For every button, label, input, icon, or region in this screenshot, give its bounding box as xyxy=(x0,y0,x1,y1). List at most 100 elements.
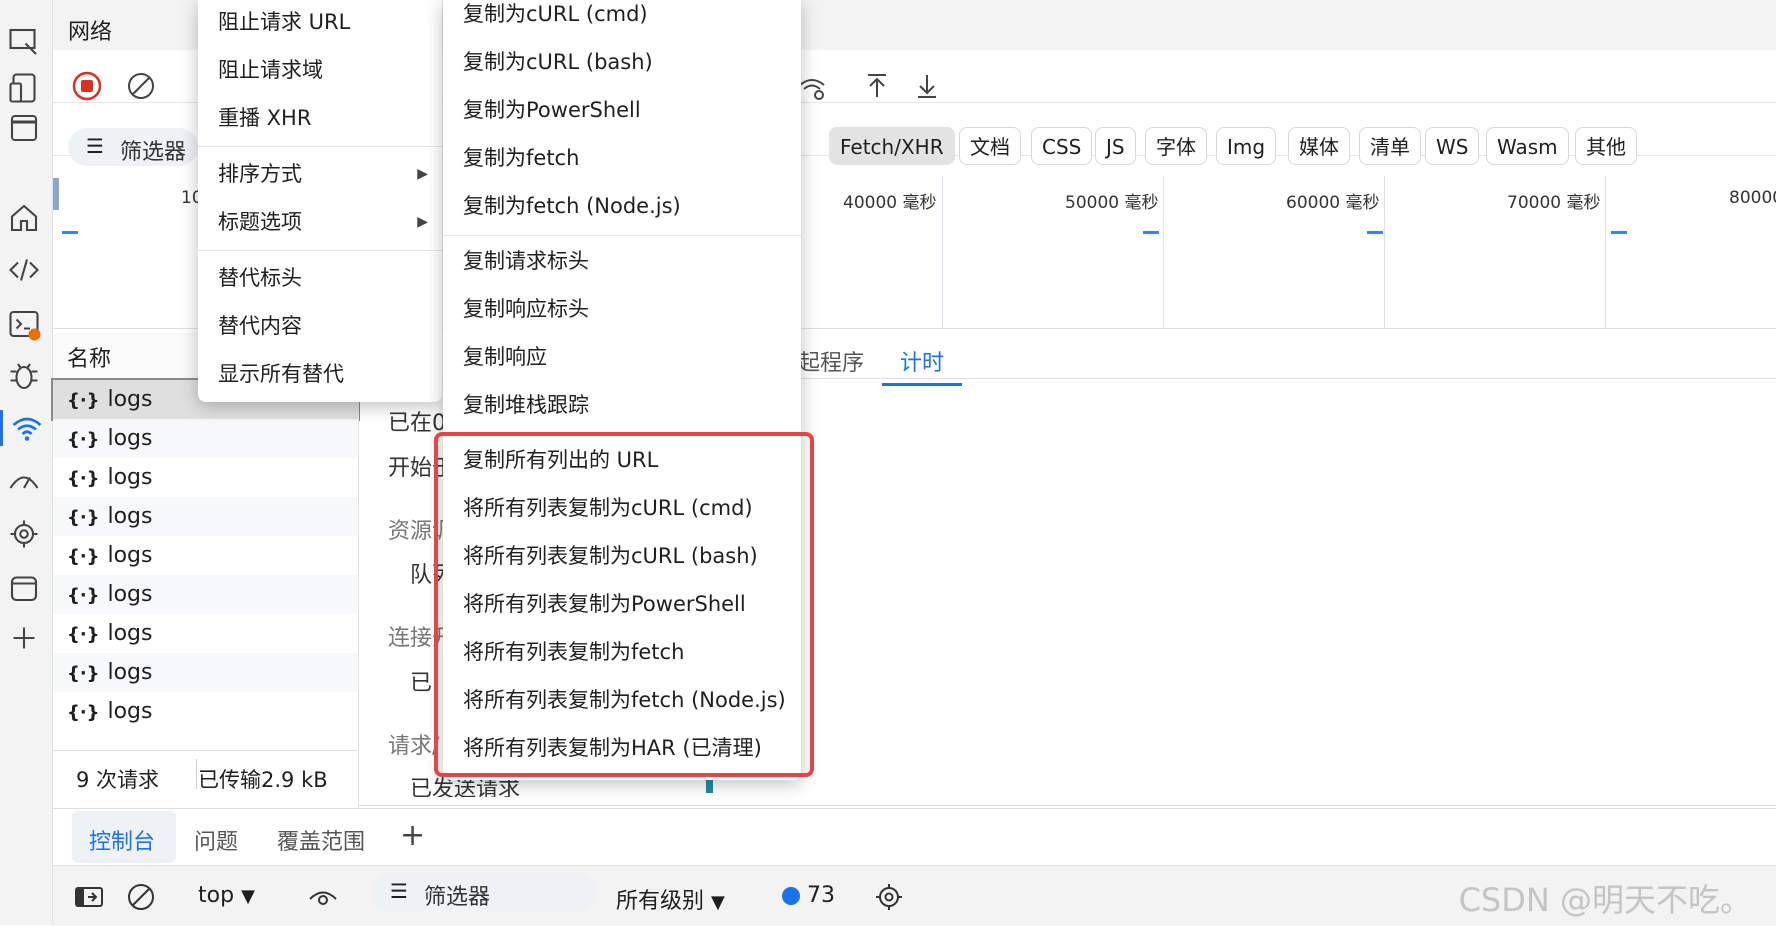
type-filter-media[interactable]: 媒体 xyxy=(1288,127,1350,165)
menu-item-copy-powershell[interactable]: 复制为PowerShell xyxy=(443,88,801,132)
xhr-icon: {·} xyxy=(67,702,100,723)
log-levels-select[interactable]: 所有级别 ▼ xyxy=(616,883,725,915)
menu-item-copy-curl-bash[interactable]: 复制为cURL (bash) xyxy=(443,40,801,84)
transferred-size: 已传输2.9 kB xyxy=(198,768,328,792)
type-filter-img[interactable]: Img xyxy=(1216,127,1277,165)
request-name: logs xyxy=(107,699,153,724)
tab-console[interactable]: 控制台 xyxy=(89,824,155,856)
xhr-icon: {·} xyxy=(67,624,100,645)
menu-item-copy-request-headers[interactable]: 复制请求标头 xyxy=(443,239,801,283)
timeline-tick: 70000 毫秒 xyxy=(1507,193,1601,213)
menu-item-replay-xhr[interactable]: 重播 XHR xyxy=(198,96,442,140)
request-row[interactable]: {·} logs xyxy=(53,536,358,575)
menu-separator xyxy=(443,235,801,236)
request-row[interactable]: {·} logs xyxy=(53,575,358,614)
console-settings-gear-icon[interactable] xyxy=(872,880,906,914)
filter-input[interactable]: ☰ 筛选器 xyxy=(68,128,198,166)
menu-item-sort-by[interactable]: 排序方式 ▶ xyxy=(198,152,442,196)
activity-bar xyxy=(0,0,53,925)
divider xyxy=(196,759,197,789)
debugger-bug-icon[interactable] xyxy=(6,358,42,394)
live-expression-eye-icon[interactable] xyxy=(306,880,340,914)
type-filter-font[interactable]: 字体 xyxy=(1145,127,1207,165)
tab-issues[interactable]: 问题 xyxy=(194,824,238,856)
type-filter-manifest[interactable]: 清单 xyxy=(1359,127,1421,165)
timeline-tick: 60000 毫秒 xyxy=(1286,193,1380,213)
request-name: logs xyxy=(107,426,153,451)
pane-divider[interactable] xyxy=(358,333,359,813)
request-row[interactable]: {·} logs xyxy=(53,419,358,458)
tab-timing[interactable]: 计时 xyxy=(882,345,963,386)
request-name: logs xyxy=(107,387,153,412)
request-row[interactable]: {·} logs xyxy=(53,458,358,497)
timing-section: 请求/ xyxy=(388,734,440,759)
console-icon[interactable] xyxy=(6,306,42,342)
clear-console-icon[interactable] xyxy=(124,880,158,914)
tab-initiator[interactable]: 起程序 xyxy=(798,345,864,377)
menu-item-override-content[interactable]: 替代内容 xyxy=(198,304,442,348)
device-emulation-icon[interactable] xyxy=(6,70,42,106)
xhr-icon: {·} xyxy=(67,429,100,450)
xhr-icon: {·} xyxy=(67,546,100,567)
timeline-handle[interactable] xyxy=(53,178,59,210)
menu-item-copy-curl-cmd[interactable]: 复制为cURL (cmd) xyxy=(443,0,801,36)
type-filter-js[interactable]: JS xyxy=(1095,127,1136,165)
type-filter-fetch-xhr[interactable]: Fetch/XHR xyxy=(829,127,955,165)
triangle-down-icon: ▼ xyxy=(241,886,255,907)
clear-icon[interactable] xyxy=(124,69,158,103)
request-name: logs xyxy=(107,465,153,490)
performance-icon[interactable] xyxy=(6,464,42,500)
type-filter-doc[interactable]: 文档 xyxy=(959,127,1021,165)
menu-item-copy-response[interactable]: 复制响应 xyxy=(443,335,801,379)
menu-item-header-options[interactable]: 标题选项 ▶ xyxy=(198,200,442,244)
triangle-down-icon: ▼ xyxy=(711,892,725,913)
divider xyxy=(359,805,1776,806)
type-filter-other[interactable]: 其他 xyxy=(1575,127,1637,165)
message-count[interactable]: 73 xyxy=(782,883,835,908)
timeline-request-mark xyxy=(1611,231,1627,234)
timeline-tick: 40000 毫秒 xyxy=(843,193,937,213)
type-filter-css[interactable]: CSS xyxy=(1031,127,1093,165)
elements-code-icon[interactable] xyxy=(6,252,42,288)
column-name-header[interactable]: 名称 xyxy=(67,341,111,373)
context-select[interactable]: top ▼ xyxy=(198,883,255,908)
export-har-icon[interactable] xyxy=(910,69,944,103)
inspect-icon[interactable] xyxy=(6,24,42,60)
request-row[interactable]: {·} logs xyxy=(53,653,358,692)
menu-item-block-domain[interactable]: 阻止请求域 xyxy=(198,48,442,92)
xhr-icon: {·} xyxy=(67,390,100,411)
sidebar-toggle-icon[interactable] xyxy=(72,880,106,914)
type-filter-wasm[interactable]: Wasm xyxy=(1486,127,1569,165)
timeline-gridline xyxy=(942,176,943,328)
tab-coverage[interactable]: 覆盖范围 xyxy=(277,824,365,856)
settings-gear-icon[interactable] xyxy=(6,516,42,552)
menu-item-show-all-overrides[interactable]: 显示所有替代 xyxy=(198,352,442,396)
request-row[interactable]: {·} logs xyxy=(53,497,358,536)
submenu-arrow-icon: ▶ xyxy=(417,166,428,182)
home-icon[interactable] xyxy=(6,200,42,236)
message-icon xyxy=(782,887,800,905)
request-row[interactable]: {·} logs xyxy=(53,614,358,653)
record-stop-icon[interactable] xyxy=(70,69,104,103)
request-row[interactable]: {·} logs xyxy=(53,692,358,731)
timeline-gridline xyxy=(1605,176,1606,328)
menu-item-copy-fetch-node[interactable]: 复制为fetch (Node.js) xyxy=(443,184,801,228)
message-count-value: 73 xyxy=(807,883,835,908)
menu-item-copy-response-headers[interactable]: 复制响应标头 xyxy=(443,287,801,331)
request-count: 9 次请求 xyxy=(76,768,160,792)
import-har-icon[interactable] xyxy=(860,69,894,103)
network-wifi-icon[interactable] xyxy=(0,410,45,446)
type-filter-ws[interactable]: WS xyxy=(1425,127,1480,165)
menu-item-copy-fetch[interactable]: 复制为fetch xyxy=(443,136,801,180)
context-label: top xyxy=(198,883,235,908)
console-filter-input[interactable]: ☰ 筛选器 xyxy=(372,873,596,911)
menu-item-override-headers[interactable]: 替代标头 xyxy=(198,256,442,300)
panel-title: 网络 xyxy=(68,20,113,45)
browser-window-icon[interactable] xyxy=(6,110,42,146)
menu-item-copy-stack-trace[interactable]: 复制堆栈跟踪 xyxy=(443,383,801,427)
application-icon[interactable] xyxy=(6,570,42,606)
add-icon[interactable] xyxy=(6,620,42,656)
menu-item-block-url[interactable]: 阻止请求 URL xyxy=(198,0,442,44)
add-tab-icon[interactable]: + xyxy=(400,818,425,853)
filter-icon: ☰ xyxy=(86,134,104,158)
